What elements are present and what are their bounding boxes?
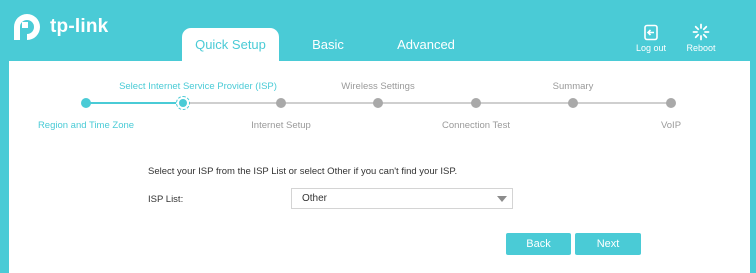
progress-track-remaining (183, 102, 671, 104)
step-dot-connection-test (471, 98, 481, 108)
isp-selected-value: Other (302, 193, 328, 204)
next-button[interactable]: Next (575, 233, 641, 255)
reboot-icon (692, 23, 710, 41)
step-label-summary: Summary (552, 81, 594, 92)
step-label-voip: VoIP (660, 120, 682, 131)
tab-quick-setup[interactable]: Quick Setup (182, 28, 279, 61)
step-label-isp: Select Internet Service Provider (ISP) (119, 81, 277, 92)
tab-basic[interactable]: Basic (300, 28, 356, 61)
step-dot-internet-setup (276, 98, 286, 108)
reboot-button[interactable]: Reboot (679, 22, 723, 53)
logout-icon (644, 24, 658, 40)
progress-track-completed (86, 102, 183, 104)
app-frame: tp-link Quick Setup Basic Advanced Log o… (0, 0, 756, 273)
step-label-internet-setup: Internet Setup (251, 120, 311, 131)
step-dot-summary (568, 98, 578, 108)
tp-link-logo-icon (14, 14, 40, 40)
logout-button[interactable]: Log out (629, 22, 673, 53)
step-label-region: Region and Time Zone (37, 120, 135, 131)
step-dot-wireless (373, 98, 383, 108)
brand-name: tp-link (50, 16, 109, 37)
step-dot-region (81, 98, 91, 108)
isp-list-select[interactable]: Other (291, 188, 513, 209)
isp-list-label: ISP List: (148, 194, 184, 205)
isp-instruction: Select your ISP from the ISP List or sel… (148, 166, 458, 177)
step-dot-isp (176, 96, 190, 110)
back-button[interactable]: Back (506, 233, 571, 255)
step-dot-voip (666, 98, 676, 108)
step-label-connection-test: Connection Test (442, 120, 510, 131)
brand-logo[interactable]: tp-link (10, 10, 108, 44)
tab-advanced[interactable]: Advanced (385, 28, 467, 61)
logout-label: Log out (635, 43, 667, 53)
step-label-wireless: Wireless Settings (341, 81, 415, 92)
chevron-down-icon (497, 196, 507, 202)
reboot-label: Reboot (686, 43, 716, 53)
